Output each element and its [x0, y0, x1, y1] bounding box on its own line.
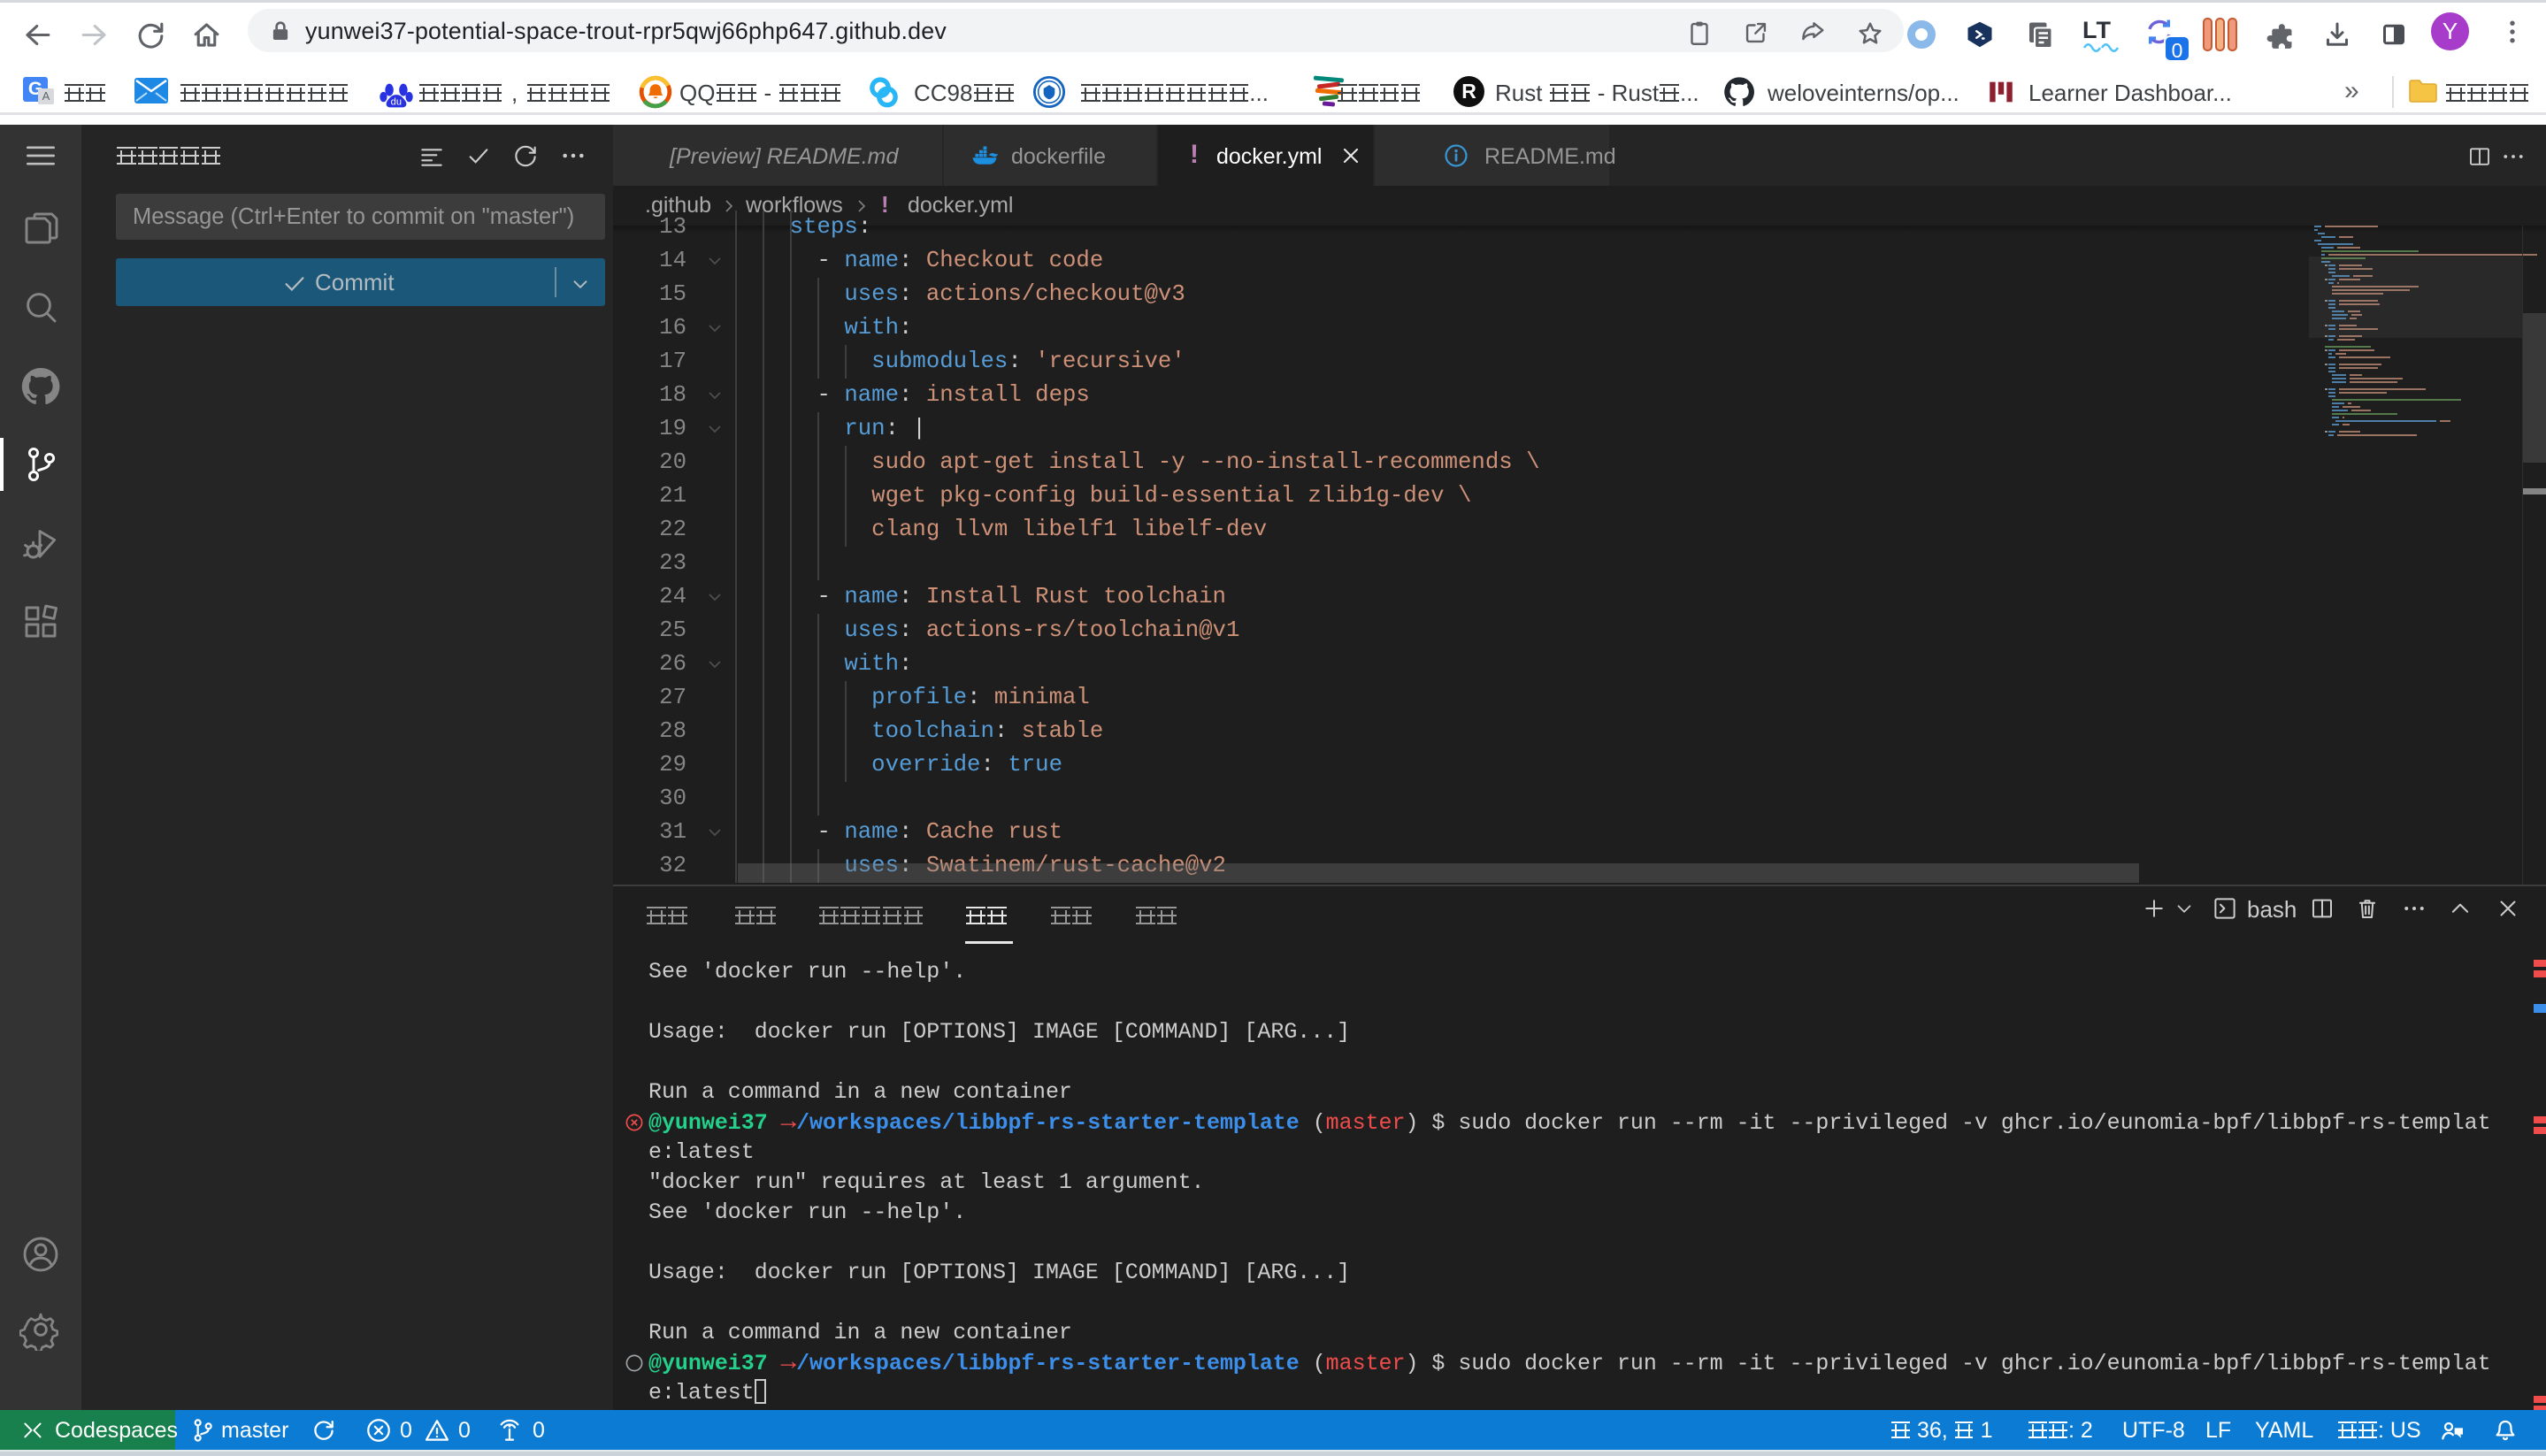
svg-text:du: du: [391, 96, 402, 107]
